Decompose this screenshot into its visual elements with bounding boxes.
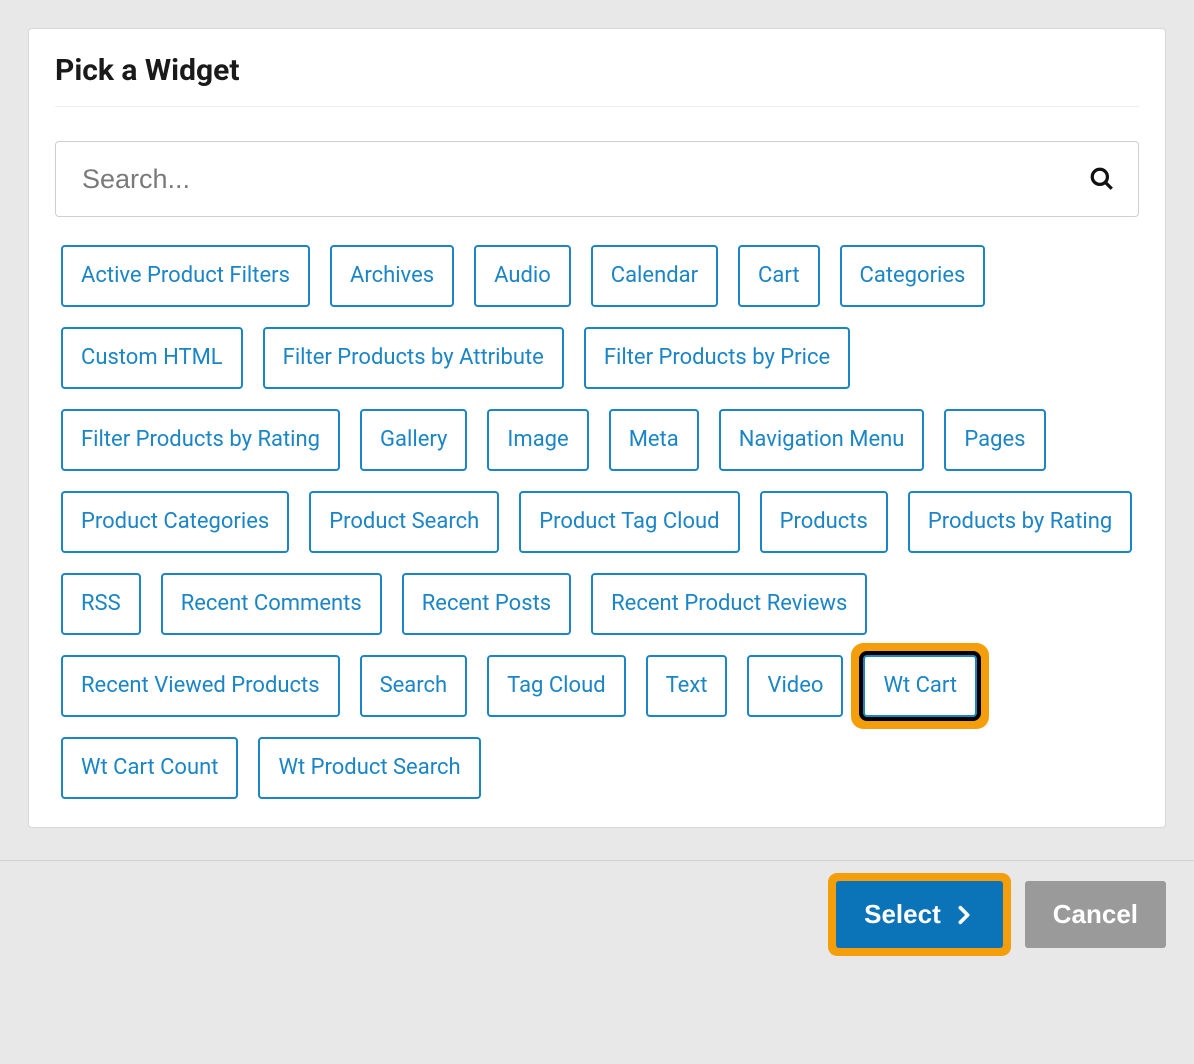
widget-picker-panel: Pick a Widget Active Product Filters Arch…	[28, 28, 1166, 828]
widget-item-tag-cloud[interactable]: Tag Cloud	[487, 655, 625, 717]
widget-item-rss[interactable]: RSS	[61, 573, 141, 635]
widget-item-navigation-menu[interactable]: Navigation Menu	[719, 409, 925, 471]
widget-item-gallery[interactable]: Gallery	[360, 409, 467, 471]
widget-item-label: Active Product Filters	[81, 263, 290, 288]
widget-item-filter-products-by-price[interactable]: Filter Products by Price	[584, 327, 850, 389]
widget-item-calendar[interactable]: Calendar	[591, 245, 718, 307]
widget-item-label: Recent Viewed Products	[81, 673, 320, 698]
widget-item-label: Product Search	[329, 509, 479, 534]
widget-item-audio[interactable]: Audio	[474, 245, 571, 307]
widget-item-pages[interactable]: Pages	[944, 409, 1045, 471]
widget-item-label: Meta	[629, 427, 679, 452]
widget-item-label: Text	[666, 673, 708, 698]
widget-item-categories[interactable]: Categories	[840, 245, 986, 307]
footer-bar: Select Cancel	[0, 860, 1194, 976]
chevron-right-icon	[953, 904, 975, 926]
widget-item-label: Gallery	[380, 427, 447, 452]
widget-item-label: Archives	[350, 263, 434, 288]
widget-item-product-search[interactable]: Product Search	[309, 491, 499, 553]
widget-item-label: Custom HTML	[81, 345, 223, 370]
search-icon	[1089, 166, 1115, 192]
widget-item-wt-product-search[interactable]: Wt Product Search	[258, 737, 480, 799]
cancel-button[interactable]: Cancel	[1025, 881, 1166, 948]
widget-item-archives[interactable]: Archives	[330, 245, 454, 307]
widget-item-label: Recent Product Reviews	[611, 591, 847, 616]
widget-item-label: RSS	[81, 591, 121, 616]
widget-item-text[interactable]: Text	[646, 655, 728, 717]
widget-item-label: Wt Cart	[883, 673, 957, 698]
widget-item-label: Wt Cart Count	[81, 755, 218, 780]
widget-item-product-tag-cloud[interactable]: Product Tag Cloud	[519, 491, 739, 553]
cancel-button-label: Cancel	[1053, 899, 1138, 930]
widget-item-label: Products	[780, 509, 868, 534]
widget-item-label: Image	[507, 427, 568, 452]
widget-item-custom-html[interactable]: Custom HTML	[61, 327, 243, 389]
widget-item-video[interactable]: Video	[747, 655, 843, 717]
widget-item-label: Navigation Menu	[739, 427, 905, 452]
widget-item-image[interactable]: Image	[487, 409, 588, 471]
widget-item-filter-products-by-rating[interactable]: Filter Products by Rating	[61, 409, 340, 471]
widget-item-label: Categories	[860, 263, 966, 288]
widget-item-product-categories[interactable]: Product Categories	[61, 491, 289, 553]
widget-item-meta[interactable]: Meta	[609, 409, 699, 471]
widget-item-label: Tag Cloud	[507, 673, 605, 698]
widget-item-label: Wt Product Search	[278, 755, 460, 780]
widget-item-label: Pages	[964, 427, 1025, 452]
widget-item-recent-product-reviews[interactable]: Recent Product Reviews	[591, 573, 867, 635]
widget-item-label: Recent Comments	[181, 591, 362, 616]
widget-item-recent-viewed-products[interactable]: Recent Viewed Products	[61, 655, 340, 717]
panel-title: Pick a Widget	[55, 53, 1139, 107]
select-button[interactable]: Select	[836, 881, 1003, 948]
widget-item-recent-posts[interactable]: Recent Posts	[402, 573, 571, 635]
widget-item-recent-comments[interactable]: Recent Comments	[161, 573, 382, 635]
widget-item-label: Filter Products by Attribute	[283, 345, 544, 370]
widget-item-products[interactable]: Products	[760, 491, 888, 553]
search-input[interactable]	[55, 141, 1139, 217]
widget-item-label: Audio	[494, 263, 551, 288]
widget-item-label: Products by Rating	[928, 509, 1112, 534]
widget-list: Active Product Filters Archives Audio Calen…	[55, 245, 1139, 799]
widget-item-label: Cart	[758, 263, 799, 288]
widget-item-label: Search	[380, 673, 448, 698]
widget-item-label: Calendar	[611, 263, 698, 288]
widget-item-wt-cart[interactable]: Wt Cart	[863, 655, 977, 717]
widget-item-label: Filter Products by Rating	[81, 427, 320, 452]
widget-item-label: Filter Products by Price	[604, 345, 830, 370]
widget-item-cart[interactable]: Cart	[738, 245, 819, 307]
widget-item-wt-cart-count[interactable]: Wt Cart Count	[61, 737, 238, 799]
search-wrap	[55, 141, 1139, 217]
widget-item-active-product-filters[interactable]: Active Product Filters	[61, 245, 310, 307]
widget-item-label: Product Categories	[81, 509, 269, 534]
widget-item-search[interactable]: Search	[360, 655, 468, 717]
widget-item-label: Product Tag Cloud	[539, 509, 719, 534]
select-button-label: Select	[864, 899, 941, 930]
widget-item-label: Video	[767, 673, 823, 698]
widget-item-filter-products-by-attribute[interactable]: Filter Products by Attribute	[263, 327, 564, 389]
widget-item-label: Recent Posts	[422, 591, 551, 616]
widget-item-products-by-rating[interactable]: Products by Rating	[908, 491, 1132, 553]
